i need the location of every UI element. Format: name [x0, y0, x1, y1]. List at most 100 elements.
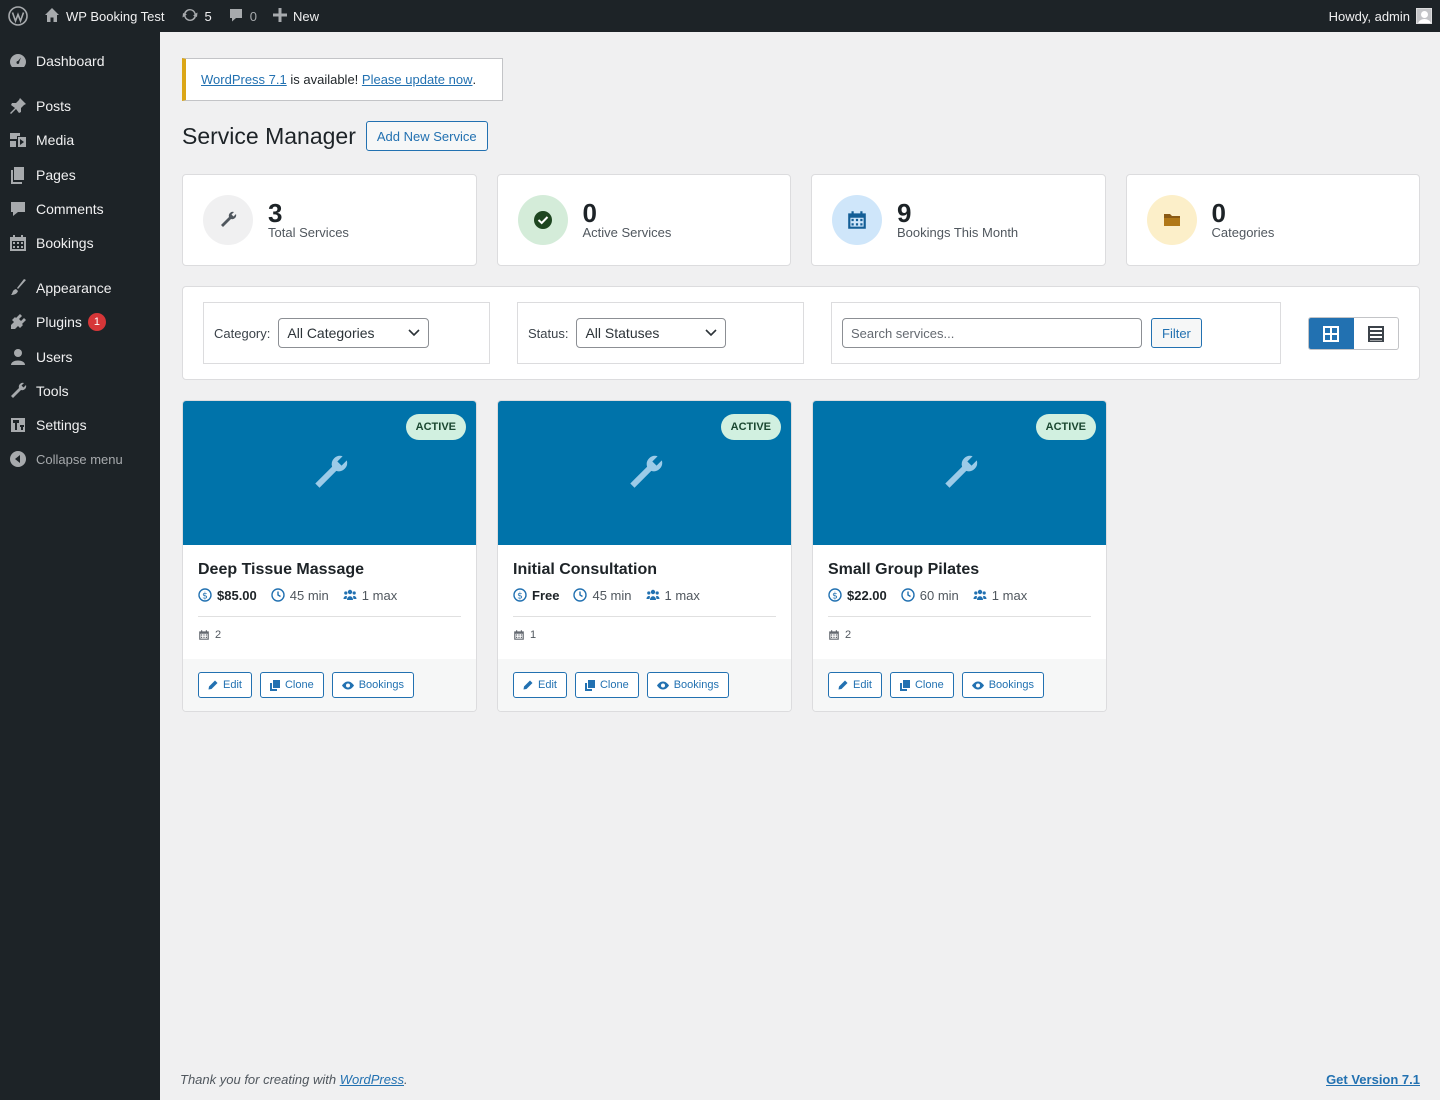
folder-icon: [1146, 195, 1197, 245]
clone-button[interactable]: Clone: [889, 672, 954, 698]
pushpin-icon: [8, 96, 28, 116]
calendar-icon: [199, 630, 209, 640]
view-bookings-button[interactable]: Bookings: [331, 672, 414, 698]
footer-thanks-end: .: [404, 1072, 408, 1087]
footer-thanks: Thank you for creating with WordPress.: [180, 1072, 408, 1087]
status-label: Status:: [528, 325, 569, 341]
status-select-value: All Statuses: [585, 325, 660, 341]
copy-icon: [899, 679, 910, 691]
stat-value: 0: [582, 197, 597, 228]
divider: [198, 616, 461, 617]
view-bookings-button[interactable]: Bookings: [646, 672, 729, 698]
clone-button[interactable]: Clone: [574, 672, 639, 698]
sidebar-item-comments[interactable]: Comments: [0, 192, 160, 226]
sidebar-item-posts[interactable]: Posts: [0, 89, 160, 123]
filter-bar: Category: All Categories Status: All Sta…: [182, 286, 1420, 380]
category-filter: Category: All Categories: [203, 302, 490, 364]
service-title[interactable]: Deep Tissue Massage: [198, 559, 461, 581]
list-view-button[interactable]: [1354, 318, 1399, 349]
status-badge: ACTIVE: [1035, 414, 1096, 440]
service-duration: 45 min: [289, 587, 329, 603]
bookings-label: Bookings: [358, 679, 404, 691]
service-title[interactable]: Initial Consultation: [513, 559, 776, 581]
eye-icon: [656, 681, 669, 689]
service-meta: $ $85.00 45 min 1 max: [198, 585, 461, 605]
page-heading: Service Manager Add New Service: [182, 121, 488, 151]
site-name-link[interactable]: WP Booking Test: [36, 0, 173, 32]
sidebar-item-plugins[interactable]: Plugins 1: [0, 305, 160, 339]
sidebar-item-users[interactable]: Users: [0, 340, 160, 374]
service-duration: 60 min: [919, 587, 959, 603]
svg-text:$: $: [517, 592, 523, 602]
group-icon: [973, 589, 987, 600]
wordpress-logo-icon[interactable]: [0, 0, 36, 32]
category-select[interactable]: All Categories: [278, 318, 430, 348]
sidebar-item-label: Tools: [36, 383, 69, 399]
admin-bar: WP Booking Test 5 0 New Howdy, admin: [0, 0, 1440, 32]
sidebar-item-settings[interactable]: Settings: [0, 408, 160, 442]
copy-icon: [269, 679, 280, 691]
plus-icon: [272, 7, 287, 25]
updates-link[interactable]: 5: [173, 0, 220, 32]
collapse-menu-button[interactable]: Collapse menu: [0, 442, 160, 476]
booking-count: 1: [513, 629, 776, 641]
filter-button[interactable]: Filter: [1151, 318, 1202, 348]
sidebar-item-dashboard[interactable]: Dashboard: [0, 44, 160, 78]
wordpress-link[interactable]: WordPress: [340, 1072, 404, 1087]
chevron-down-icon: [408, 329, 420, 337]
dashboard-icon: [8, 51, 28, 71]
divider: [828, 616, 1091, 617]
status-select[interactable]: All Statuses: [576, 318, 727, 348]
stat-value: 9: [897, 197, 912, 228]
sidebar-item-appearance[interactable]: Appearance: [0, 271, 160, 305]
clock-icon: [901, 588, 915, 602]
comments-link[interactable]: 0: [220, 0, 265, 32]
pencil-icon: [838, 680, 848, 690]
comment-icon: [228, 7, 244, 26]
clock-icon: [573, 588, 588, 602]
pages-icon: [8, 165, 28, 185]
page-title: Service Manager: [182, 122, 356, 149]
edit-button[interactable]: Edit: [513, 672, 567, 698]
edit-button[interactable]: Edit: [828, 672, 882, 698]
status-badge: ACTIVE: [405, 414, 466, 440]
service-capacity: 1 max: [991, 587, 1028, 603]
calendar-icon: [832, 195, 882, 245]
sidebar-item-media[interactable]: Media: [0, 123, 160, 157]
booking-count: 2: [828, 629, 1091, 641]
plugins-update-badge: 1: [87, 313, 106, 331]
list-icon: [1367, 325, 1384, 342]
search-filter: Search services... Filter: [831, 302, 1281, 364]
paintbrush-icon: [8, 278, 28, 298]
sidebar-item-pages[interactable]: Pages: [0, 158, 160, 192]
search-input[interactable]: Search services...: [842, 318, 1142, 348]
check-circle-icon: [517, 195, 568, 245]
svg-text:$: $: [202, 592, 208, 602]
view-toggle: [1308, 317, 1399, 350]
sidebar-item-label: Comments: [36, 201, 104, 217]
sidebar-item-label: Pages: [36, 167, 76, 183]
collapse-arrow-icon: [8, 449, 28, 469]
grid-view-button[interactable]: [1309, 318, 1354, 349]
edit-button[interactable]: Edit: [198, 672, 252, 698]
sidebar-item-label: Posts: [36, 98, 72, 114]
sidebar-item-bookings[interactable]: Bookings: [0, 226, 160, 260]
clone-button[interactable]: Clone: [259, 672, 324, 698]
add-new-service-button[interactable]: Add New Service: [365, 121, 488, 151]
service-capacity: 1 max: [361, 587, 398, 603]
new-content-link[interactable]: New: [265, 0, 327, 32]
get-version-link[interactable]: Get Version 7.1: [1326, 1072, 1420, 1087]
wordpress-version-link[interactable]: WordPress 7.1: [201, 72, 287, 87]
pencil-icon: [523, 680, 533, 690]
comments-icon: [8, 199, 28, 219]
please-update-link[interactable]: Please update now: [362, 72, 473, 87]
my-account[interactable]: Howdy, admin: [1321, 0, 1440, 32]
view-bookings-button[interactable]: Bookings: [961, 672, 1044, 698]
clone-label: Clone: [914, 679, 944, 691]
howdy-text: Howdy, admin: [1328, 8, 1410, 24]
category-select-value: All Categories: [287, 325, 375, 341]
service-title[interactable]: Small Group Pilates: [828, 559, 1091, 581]
sidebar-item-tools[interactable]: Tools: [0, 374, 160, 408]
service-meta: $ Free 45 min 1 max: [513, 585, 776, 605]
copy-icon: [584, 679, 595, 691]
